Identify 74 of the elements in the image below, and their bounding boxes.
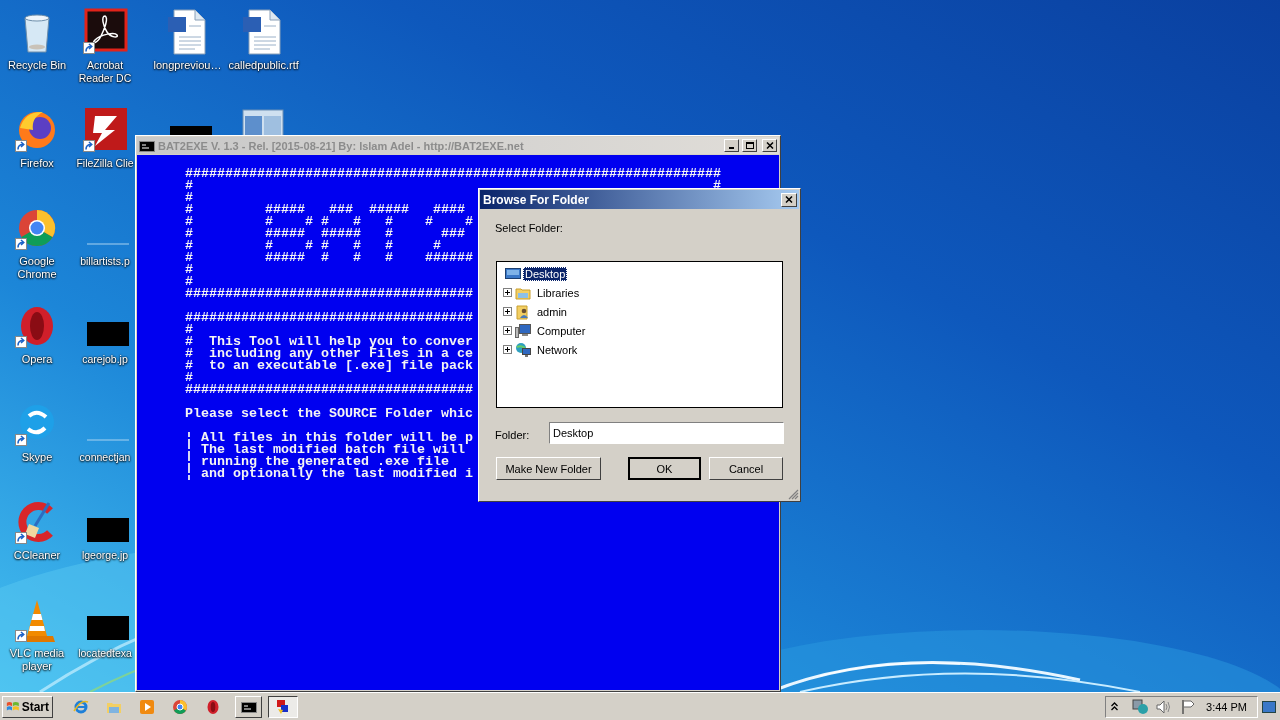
- show-desktop-icon[interactable]: [1262, 700, 1276, 713]
- dialog-title: Browse For Folder: [483, 192, 590, 207]
- console-line: # # # # # # # #: [185, 216, 473, 228]
- close-icon: [765, 142, 774, 149]
- console-line: ###################################################################: [185, 168, 721, 180]
- folder-label: Folder:: [495, 427, 531, 441]
- desktop-icon-label[interactable]: Opera: [21, 353, 53, 366]
- desktop-icon-label[interactable]: calledpublic.rtf: [228, 59, 297, 72]
- dialog-button[interactable]: Cancel: [709, 457, 783, 480]
- expand-icon[interactable]: [503, 345, 512, 354]
- prompt-label: Select Folder:: [495, 222, 564, 234]
- desktop-icon-label[interactable]: connectjan: [79, 451, 131, 464]
- window-title: BAT2EXE V. 1.3 - Rel. [2015-08-21] By: Islam Adel - http://BAT2EXE.net: [158, 139, 525, 152]
- console-line: ####################################: [185, 384, 473, 396]
- minimize-button[interactable]: [724, 139, 739, 152]
- clock[interactable]: 3:44 PM: [1206, 700, 1247, 713]
- flag-icon[interactable]: [1181, 698, 1197, 715]
- maximize-button[interactable]: [742, 139, 757, 152]
- user-folder-icon: [515, 303, 531, 320]
- tree-item[interactable]: Libraries: [535, 285, 582, 300]
- console-line: # to an executable [.exe] file pack: [185, 360, 473, 372]
- speaker-icon[interactable]: [1156, 698, 1172, 715]
- close-button[interactable]: [762, 139, 777, 152]
- expand-icon[interactable]: [503, 326, 512, 335]
- close-icon: [785, 196, 793, 203]
- desktop-icon: [505, 265, 521, 282]
- tree-item[interactable]: Network: [535, 342, 580, 357]
- app-icon: [275, 698, 291, 715]
- desktop-icon-label[interactable]: Recycle Bin: [7, 59, 67, 72]
- network-icon: [515, 341, 531, 358]
- console-line: ¦ and optionally the last modified i: [185, 468, 473, 480]
- desktop-icon-label[interactable]: Skype: [21, 451, 53, 464]
- desktop-icon-label[interactable]: Acrobat Reader DC: [74, 59, 136, 85]
- chrome-icon[interactable]: [171, 698, 188, 715]
- desktop-icon-label[interactable]: FileZilla Clie: [76, 157, 134, 170]
- desktop-icon-label[interactable]: Google Chrome: [3, 255, 71, 281]
- desktop-icon-label[interactable]: carejob.jp: [82, 353, 128, 366]
- console-line: #: [185, 276, 193, 288]
- console-line: ¦ All files in this folder will be p: [185, 432, 473, 444]
- maximize-icon: [745, 142, 754, 149]
- resize-grip-icon[interactable]: [788, 489, 799, 500]
- desktop-icon-label[interactable]: billartists.p: [80, 255, 130, 268]
- console-line: ####################################: [185, 288, 473, 300]
- folder-field[interactable]: Desktop: [549, 422, 784, 444]
- tree-item[interactable]: admin: [535, 304, 569, 319]
- console-line: # This Tool will help you to conver: [185, 336, 473, 348]
- console-line: ¦ The last modified batch file will: [185, 444, 465, 456]
- dialog-button[interactable]: OK: [628, 457, 701, 480]
- tree-item[interactable]: Desktop: [523, 266, 568, 281]
- tree-item[interactable]: Computer: [535, 323, 588, 338]
- console-line: ¦ running the generated .exe file: [185, 456, 449, 468]
- console-line: # ##### ##### # ###: [185, 228, 465, 240]
- console-line: #: [185, 264, 193, 276]
- console-line: #: [185, 324, 193, 336]
- console-line: # ##### # # # ######: [185, 252, 473, 264]
- desktop-icon-label[interactable]: longpreviou…: [153, 59, 222, 72]
- close-button[interactable]: [781, 192, 797, 207]
- expand-icon[interactable]: [503, 288, 512, 297]
- dialog-button[interactable]: Make New Folder: [496, 457, 601, 480]
- taskbar-button[interactable]: [268, 695, 298, 718]
- console-line: #: [185, 192, 193, 204]
- network-icon[interactable]: [1132, 698, 1149, 715]
- chevron-icon[interactable]: [1111, 702, 1118, 711]
- expand-icon[interactable]: [503, 307, 512, 316]
- console-line: # # # # # # #: [185, 240, 441, 252]
- console-line: # ##### ### ##### ####: [185, 204, 465, 216]
- start-button[interactable]: Start: [2, 695, 53, 718]
- console-line: ####################################: [185, 312, 473, 324]
- computer-icon: [515, 322, 531, 339]
- console-line: # including any other Files in a ce: [185, 348, 473, 360]
- ie-icon[interactable]: [72, 698, 89, 715]
- desktop-icon-label[interactable]: Firefox: [20, 157, 54, 170]
- console-line: Please select the SOURCE Folder whic: [185, 408, 473, 420]
- console-line: #: [185, 372, 193, 384]
